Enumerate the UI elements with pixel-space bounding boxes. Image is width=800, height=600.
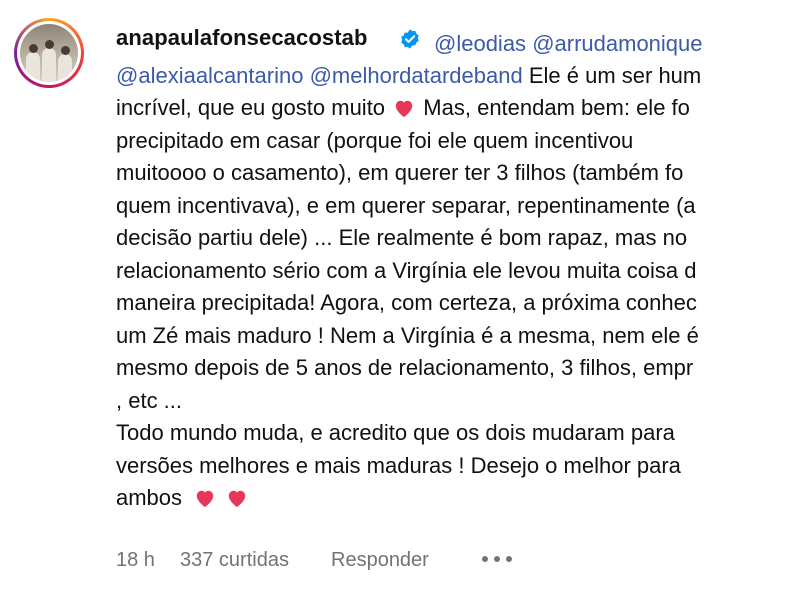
avatar-figure (42, 48, 56, 82)
avatar-figure-head (45, 40, 54, 49)
mention-link[interactable]: @alexiaalcantarino (116, 63, 303, 88)
avatar-figure (26, 52, 40, 82)
comment-line: mesmo depois de 5 anos de relacionamento… (116, 355, 694, 380)
comment-time: 18 h (116, 549, 155, 571)
comment: anapaulafonsecacostab @leodias @arrudamo… (0, 0, 800, 600)
avatar[interactable] (14, 18, 84, 88)
mention-link[interactable]: @arrudamonique (532, 31, 702, 56)
avatar-border (17, 21, 81, 85)
comment-line: versões melhores e mais maduras ! Desejo… (116, 453, 681, 478)
comment-line: decisão partiu dele) ... Ele realmente é… (116, 225, 688, 250)
mention-link[interactable]: @melhordatardeband (310, 63, 523, 88)
heart-emoji-icon (196, 490, 214, 508)
avatar-figure-head (29, 44, 38, 53)
comment-line: muitoooo o casamento), em querer ter 3 f… (116, 160, 684, 185)
mention-link[interactable]: @leodias (434, 31, 526, 56)
comment-line: @leodias @arrudamonique (434, 28, 703, 61)
verified-badge-icon (401, 29, 419, 49)
comment-line: ambos (116, 482, 250, 515)
comment-line: @alexiaalcantarino @melhordatardeband El… (116, 60, 701, 93)
comment-line: precipitado em casar (porque foi ele que… (116, 128, 634, 153)
comment-text-segment: Mas, entendam bem: ele fo (423, 95, 690, 120)
likes-count[interactable]: 337 curtidas (180, 549, 289, 572)
comment-text-segment: Ele é um ser hum (528, 63, 702, 88)
comment-line: , etc ... (116, 388, 183, 413)
comment-line: um Zé mais maduro ! Nem a Virgínia é a m… (116, 323, 699, 348)
more-options-icon[interactable] (480, 556, 514, 564)
comment-line: Todo mundo muda, e acredito que os dois … (116, 420, 675, 445)
avatar-figure (58, 54, 72, 82)
comment-text-segment: ambos (116, 485, 183, 510)
heart-emoji-icon (395, 100, 413, 118)
avatar-figure-head (61, 46, 70, 55)
comment-line: incrível, que eu gosto muito Mas, entend… (116, 92, 690, 125)
reply-button[interactable]: Responder (331, 549, 429, 572)
comment-line: quem incentivava), e em querer separar, … (116, 193, 696, 218)
comment-line: maneira precipitada! Agora, com certeza,… (116, 290, 697, 315)
username[interactable]: anapaulafonsecacostab (116, 25, 368, 51)
avatar-photo (20, 24, 78, 82)
comment-text-segment: incrível, que eu gosto muito (116, 95, 386, 120)
comment-line: relacionamento sério com a Virgínia ele … (116, 258, 697, 283)
heart-emoji-icon (229, 490, 246, 508)
